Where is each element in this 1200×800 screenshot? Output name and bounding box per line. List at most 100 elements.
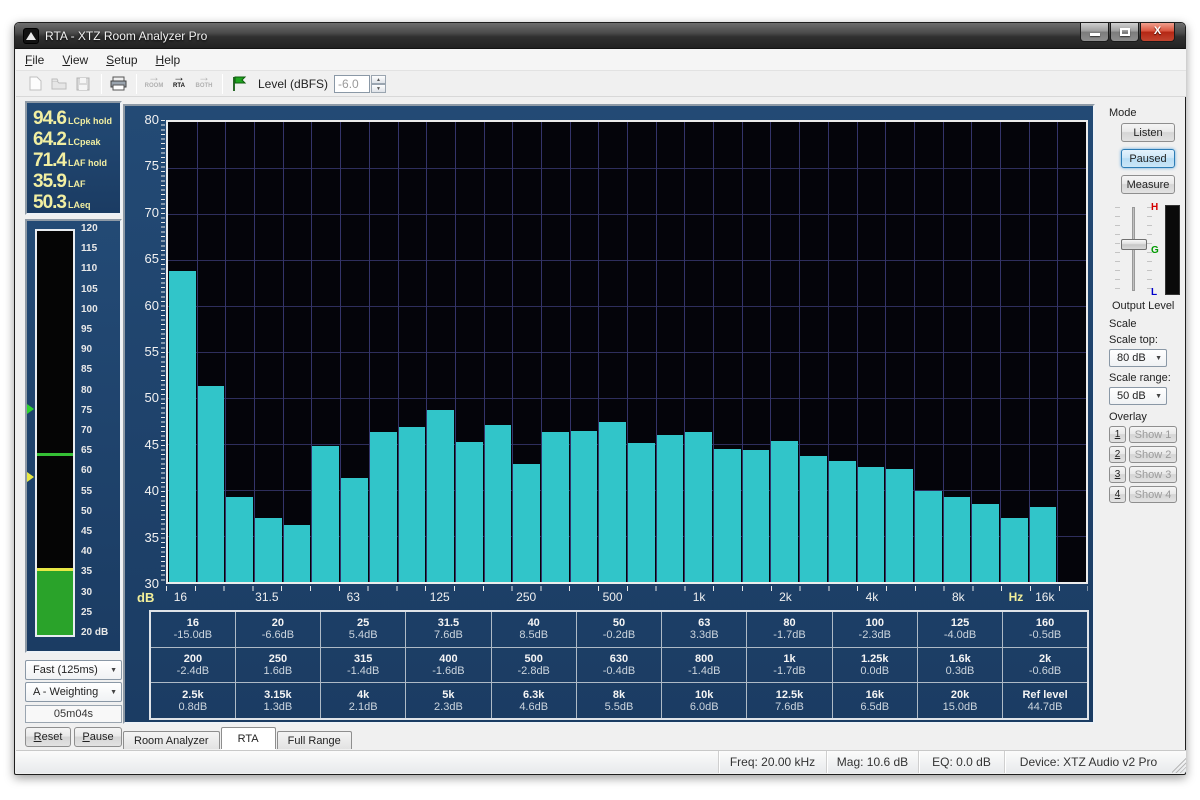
meter-scale-label: 95 bbox=[81, 324, 92, 335]
mode-button-measure[interactable]: Measure bbox=[1121, 175, 1175, 194]
eq-table-row: 2.5k0.8dB3.15k1.3dB4k2.1dB5k2.3dB6.3k4.6… bbox=[150, 683, 1088, 719]
print-icon[interactable] bbox=[107, 74, 129, 94]
status-freq: Freq: 20.00 kHz bbox=[718, 751, 826, 773]
status-eq: EQ: 0.0 dB bbox=[918, 751, 1004, 773]
overlay-show-3-button[interactable]: Show 3 bbox=[1129, 466, 1177, 483]
view-tabs: Room AnalyzerRTAFull Range bbox=[123, 727, 353, 749]
y-tick-label: 45 bbox=[125, 437, 159, 452]
app-icon bbox=[23, 28, 39, 44]
x-tick-label-1k: 1k bbox=[693, 590, 706, 604]
level-spin-up[interactable]: ▲ bbox=[371, 75, 386, 84]
gridline-v bbox=[1000, 122, 1001, 582]
save-icon[interactable] bbox=[72, 74, 94, 94]
eq-cell-1.6k: 1.6k0.3dB bbox=[917, 647, 1002, 683]
toolbar-separator bbox=[136, 74, 137, 94]
meter-scale-label: 85 bbox=[81, 364, 92, 375]
eq-cell-500: 500-2.8dB bbox=[491, 647, 576, 683]
weighting-select[interactable]: A - Weighting ▼ bbox=[25, 682, 122, 702]
close-icon: X bbox=[1141, 25, 1174, 37]
overlay-show-1-button[interactable]: Show 1 bbox=[1129, 426, 1177, 443]
x-tick-label-500: 500 bbox=[603, 590, 623, 604]
maximize-button[interactable] bbox=[1110, 23, 1139, 42]
y-tick-label: 30 bbox=[125, 576, 159, 591]
spl-meter-peak-line bbox=[37, 453, 73, 456]
mode-button-listen[interactable]: Listen bbox=[1121, 123, 1175, 142]
eq-cell-315: 315-1.4dB bbox=[321, 647, 406, 683]
output-level-meter bbox=[1165, 205, 1180, 295]
menu-view[interactable]: View bbox=[53, 50, 97, 70]
x-tick-label-16k: 16k bbox=[1035, 590, 1054, 604]
y-tick-label: 60 bbox=[125, 298, 159, 313]
freq-bar-3.15k bbox=[829, 461, 856, 582]
freq-bar-16k bbox=[1030, 507, 1057, 582]
freq-bar-1.6k bbox=[743, 450, 770, 582]
menu-help[interactable]: Help bbox=[147, 50, 190, 70]
toolbar-separator bbox=[101, 74, 102, 94]
freq-bar-31.5 bbox=[255, 518, 282, 582]
overlay-1-button[interactable]: 1 bbox=[1109, 426, 1126, 443]
reset-button[interactable]: Reset bbox=[25, 727, 71, 747]
level-spin-down[interactable]: ▼ bbox=[371, 84, 386, 93]
meter-scale-label: 40 bbox=[81, 546, 92, 557]
send-to-rta-button[interactable]: →RTA bbox=[167, 73, 191, 95]
title-bar[interactable]: RTA - XTZ Room Analyzer Pro X bbox=[15, 23, 1185, 49]
eq-cell-1k: 1k-1.7dB bbox=[747, 647, 832, 683]
y-tick-label: 35 bbox=[125, 530, 159, 545]
overlay-2-button[interactable]: 2 bbox=[1109, 446, 1126, 463]
y-tick-label: 70 bbox=[125, 205, 159, 220]
eq-cell-20: 20-6.6dB bbox=[235, 611, 320, 647]
pause-button[interactable]: Pause bbox=[74, 727, 122, 747]
scale-top-label: Scale top: bbox=[1109, 334, 1158, 346]
freq-bar-250 bbox=[513, 464, 540, 582]
send-to-room-button[interactable]: →ROOM bbox=[142, 73, 166, 95]
gridline-v bbox=[283, 122, 284, 582]
eq-cell-125: 125-4.0dB bbox=[917, 611, 1002, 647]
status-mag: Mag: 10.6 dB bbox=[826, 751, 918, 773]
eq-table-row: 16-15.0dB20-6.6dB255.4dB31.57.6dB408.5dB… bbox=[150, 611, 1088, 647]
eq-cell-80: 80-1.7dB bbox=[747, 611, 832, 647]
freq-bar-25 bbox=[226, 497, 253, 582]
level-input[interactable] bbox=[334, 75, 370, 93]
freq-bar-1k bbox=[685, 432, 712, 582]
eq-cell-630: 630-0.4dB bbox=[576, 647, 661, 683]
scale-top-select[interactable]: 80 dB ▼ bbox=[1109, 349, 1167, 367]
level-flag-icon bbox=[228, 74, 250, 94]
overlay-4-button[interactable]: 4 bbox=[1109, 486, 1126, 503]
eq-cell-63: 633.3dB bbox=[662, 611, 747, 647]
overlay-3-button[interactable]: 3 bbox=[1109, 466, 1126, 483]
tab-room-analyzer[interactable]: Room Analyzer bbox=[123, 731, 220, 749]
overlay-show-2-button[interactable]: Show 2 bbox=[1129, 446, 1177, 463]
menu-file[interactable]: File bbox=[16, 50, 53, 70]
x-tick-label-hz: Hz bbox=[1009, 590, 1024, 604]
freq-bar-160 bbox=[456, 442, 483, 582]
mode-button-paused[interactable]: Paused bbox=[1121, 149, 1175, 168]
tab-rta[interactable]: RTA bbox=[221, 727, 276, 749]
scale-range-select[interactable]: 50 dB ▼ bbox=[1109, 387, 1167, 405]
spl-meter-scale: 1201151101051009590858075706560555045403… bbox=[81, 223, 123, 651]
menu-setup[interactable]: Setup bbox=[97, 50, 146, 70]
eq-cell-200: 200-2.4dB bbox=[150, 647, 235, 683]
app-window: RTA - XTZ Room Analyzer Pro X FileViewSe… bbox=[14, 22, 1186, 775]
meter-scale-label: 115 bbox=[81, 243, 97, 254]
meter-scale-label: 100 bbox=[81, 304, 98, 315]
open-file-icon[interactable] bbox=[48, 74, 70, 94]
y-tick-label: 65 bbox=[125, 251, 159, 266]
resize-grip[interactable] bbox=[1172, 751, 1186, 773]
y-axis-ticks bbox=[161, 120, 165, 584]
send-to-both-button[interactable]: →BOTH bbox=[192, 73, 216, 95]
close-button[interactable]: X bbox=[1140, 23, 1175, 42]
freq-bar-4k bbox=[858, 467, 885, 582]
response-speed-select[interactable]: Fast (125ms) ▼ bbox=[25, 660, 122, 680]
minimize-button[interactable] bbox=[1080, 23, 1109, 42]
overlay-show-4-button[interactable]: Show 4 bbox=[1129, 486, 1177, 503]
output-level-slider-thumb[interactable] bbox=[1121, 239, 1147, 250]
scale-range-value: 50 dB bbox=[1117, 390, 1146, 402]
freq-bar-100 bbox=[399, 427, 426, 582]
tab-full-range[interactable]: Full Range bbox=[277, 731, 352, 749]
plot-area[interactable] bbox=[166, 120, 1088, 584]
eq-cell-800: 800-1.4dB bbox=[662, 647, 747, 683]
eq-cell-ref-level: Ref level44.7dB bbox=[1003, 683, 1088, 719]
scale-top-value: 80 dB bbox=[1117, 352, 1146, 364]
minimize-icon bbox=[1090, 33, 1100, 36]
new-file-icon[interactable] bbox=[24, 74, 46, 94]
